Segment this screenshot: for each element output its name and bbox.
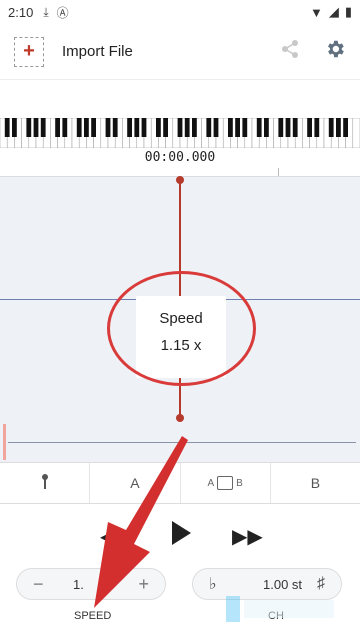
black-key[interactable] <box>292 118 298 137</box>
loop-icon: AB <box>207 476 243 490</box>
black-key[interactable] <box>12 118 17 137</box>
pin-icon <box>41 474 48 489</box>
text-a-icon: Ⓐ <box>56 5 69 20</box>
set-a-button[interactable]: A <box>90 463 181 503</box>
black-key[interactable] <box>105 118 111 137</box>
speed-label: SPEED <box>74 610 112 622</box>
timecode: 00:00.000 <box>144 150 216 165</box>
play-icon[interactable] <box>170 520 192 551</box>
black-key[interactable] <box>336 118 341 137</box>
pitch-value[interactable]: 1.00 st <box>263 577 302 592</box>
black-key[interactable] <box>55 118 60 137</box>
black-key[interactable] <box>62 118 68 137</box>
white-key[interactable] <box>352 118 360 148</box>
ab-loop-bar: A AB B <box>0 462 360 504</box>
black-key[interactable] <box>307 118 312 137</box>
black-key[interactable] <box>235 118 240 137</box>
marker-pin-button[interactable] <box>0 463 91 503</box>
piano-keyboard[interactable] <box>0 118 360 148</box>
signal-icon: ◢ <box>328 4 339 19</box>
black-key[interactable] <box>206 118 212 137</box>
timeline-tick <box>278 168 279 176</box>
black-key[interactable] <box>343 118 348 137</box>
black-key[interactable] <box>141 118 147 137</box>
black-key[interactable] <box>84 118 89 137</box>
loop-ab-button[interactable]: AB <box>181 463 271 503</box>
black-key[interactable] <box>328 118 334 137</box>
import-add-button[interactable]: + <box>14 36 44 67</box>
black-key[interactable] <box>163 118 168 137</box>
black-key[interactable] <box>40 118 46 137</box>
black-key[interactable] <box>264 118 269 137</box>
black-key[interactable] <box>192 118 197 137</box>
black-key[interactable] <box>127 118 132 137</box>
pitch-sharp-button[interactable]: ♯ <box>317 575 325 593</box>
black-key[interactable] <box>256 118 262 137</box>
annotation-circle <box>107 271 256 386</box>
fast-forward-icon[interactable]: ▶▶ <box>232 524 263 549</box>
black-key[interactable] <box>285 118 291 137</box>
status-time: 2:10 <box>8 4 34 20</box>
watermark-logo <box>226 596 334 622</box>
black-key[interactable] <box>177 118 183 137</box>
transport: ◀◀ ▶▶ <box>0 520 360 550</box>
black-key[interactable] <box>314 118 320 137</box>
black-key[interactable] <box>228 118 233 137</box>
wifi-icon: ▼ <box>309 4 323 20</box>
black-key[interactable] <box>278 118 284 137</box>
black-key[interactable] <box>156 118 161 137</box>
battery-icon: ▮ <box>344 4 352 19</box>
black-key[interactable] <box>242 118 248 137</box>
share-icon[interactable] <box>280 39 300 64</box>
app-bar: + Import File <box>0 24 360 80</box>
playhead-handle-top[interactable] <box>176 176 184 184</box>
status-bar: 2:10 ⤓ Ⓐ ▼ ◢ ▮ <box>0 0 360 24</box>
playhead-handle-bottom[interactable] <box>176 414 184 422</box>
speed-minus-button[interactable]: − <box>33 574 51 595</box>
download-icon: ⤓ <box>43 4 49 19</box>
black-key[interactable] <box>91 118 96 137</box>
speed-control: − 1. + <box>16 568 166 600</box>
black-key[interactable] <box>4 118 10 137</box>
black-key[interactable] <box>33 118 39 137</box>
start-marker[interactable] <box>3 424 6 460</box>
black-key[interactable] <box>213 118 219 137</box>
rewind-icon[interactable]: ◀◀ <box>100 524 131 549</box>
black-key[interactable] <box>112 118 118 137</box>
set-b-button[interactable]: B <box>271 463 360 503</box>
loop-track-line <box>8 442 356 443</box>
black-key[interactable] <box>184 118 190 137</box>
black-key[interactable] <box>76 118 82 137</box>
speed-plus-button[interactable]: + <box>138 574 149 595</box>
speed-value[interactable]: 1. <box>73 577 84 592</box>
gear-icon[interactable] <box>324 38 346 66</box>
import-file-title[interactable]: Import File <box>62 43 133 60</box>
black-key[interactable] <box>134 118 140 137</box>
pitch-flat-button[interactable]: ♭ <box>209 574 223 594</box>
black-key[interactable] <box>26 118 32 137</box>
